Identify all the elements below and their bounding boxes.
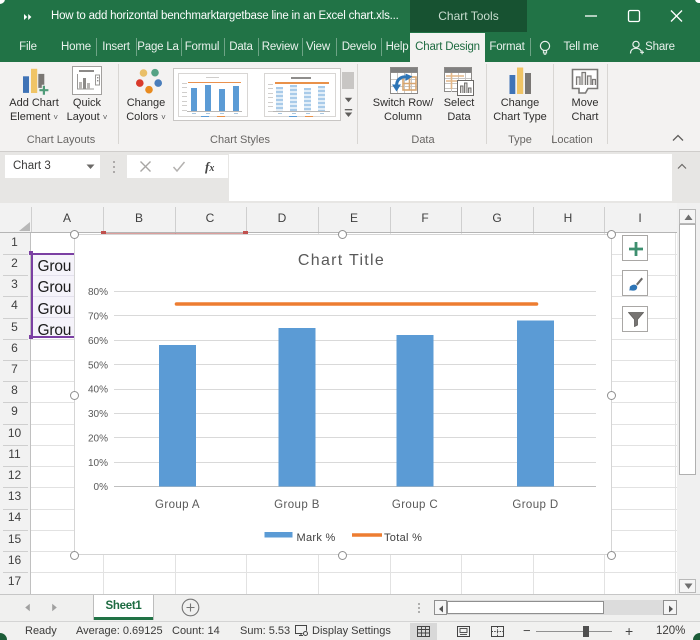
svg-text:50%: 50% [88,361,108,372]
svg-text:Group D: Group D [512,499,558,511]
svg-text:Chart Title: Chart Title [298,252,385,269]
svg-text:Group B: Group B [274,499,320,511]
svg-text:60%: 60% [88,336,108,347]
svg-text:20%: 20% [88,434,108,445]
svg-text:40%: 40% [88,385,108,396]
svg-text:Group C: Group C [392,499,438,511]
svg-text:10%: 10% [88,458,108,469]
svg-text:70%: 70% [88,312,108,323]
svg-text:80%: 80% [88,287,108,298]
svg-text:30%: 30% [88,409,108,420]
svg-text:Group A: Group A [155,499,200,511]
svg-text:Total %: Total % [384,532,422,544]
svg-text:0%: 0% [94,482,109,493]
svg-text:Mark %: Mark % [297,532,336,544]
